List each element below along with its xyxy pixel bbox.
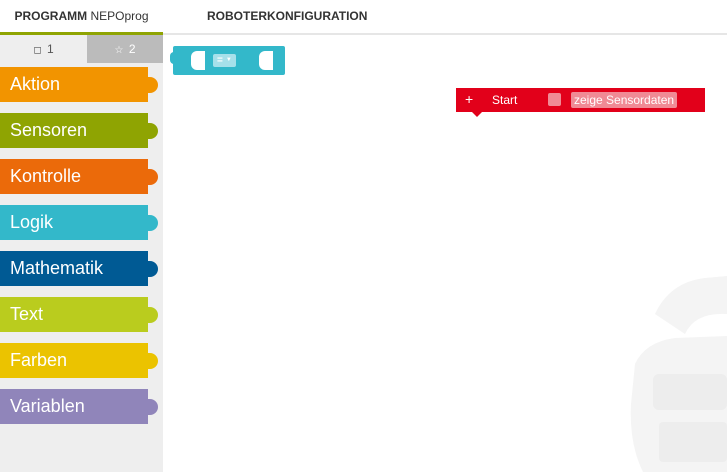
level-2-label: 2 bbox=[128, 42, 136, 56]
tab-program[interactable]: PROGRAMM NEPOprog bbox=[0, 0, 163, 35]
category-farben[interactable]: Farben bbox=[0, 343, 158, 378]
category-mathematik[interactable]: Mathematik bbox=[0, 251, 158, 286]
robot-watermark-icon bbox=[630, 276, 727, 472]
compare-operator: = bbox=[217, 55, 223, 67]
category-text[interactable]: Text bbox=[0, 297, 158, 332]
category-variablen[interactable]: Variablen bbox=[0, 389, 158, 424]
sensor-data-checkbox[interactable] bbox=[548, 93, 561, 106]
top-tab-bar: PROGRAMM NEPOprog ROBOTERKONFIGURATION bbox=[0, 0, 727, 35]
block-output-connector bbox=[170, 52, 177, 64]
category-kontrolle[interactable]: Kontrolle bbox=[0, 159, 158, 194]
dropdown-arrow-icon: ▼ bbox=[225, 57, 232, 63]
compare-block[interactable]: = ▼ bbox=[170, 46, 285, 75]
category-logik[interactable]: Logik bbox=[0, 205, 158, 240]
start-label: Start bbox=[492, 93, 518, 107]
category-sensoren[interactable]: Sensoren bbox=[0, 113, 158, 148]
toolbox: ◻ 1 ☆ 2 Aktion Sensoren Kontrolle Logik … bbox=[0, 35, 163, 472]
tab-robot-config[interactable]: ROBOTERKONFIGURATION bbox=[207, 0, 367, 33]
compare-operator-dropdown[interactable]: = ▼ bbox=[213, 54, 236, 67]
level-tab-1[interactable]: ◻ 1 bbox=[0, 35, 87, 63]
level-tabs: ◻ 1 ☆ 2 bbox=[0, 35, 163, 63]
program-name: NEPOprog bbox=[90, 9, 149, 23]
tab-program-label: PROGRAMM bbox=[14, 9, 88, 23]
compare-input-left[interactable] bbox=[191, 51, 205, 70]
star-icon: ☆ bbox=[114, 45, 124, 56]
category-aktion[interactable]: Aktion bbox=[0, 67, 158, 102]
sensor-data-label: zeige Sensordaten bbox=[571, 92, 678, 108]
square-icon: ◻ bbox=[33, 45, 42, 56]
plus-icon[interactable]: + bbox=[465, 91, 473, 108]
workspace[interactable]: = ▼ + Start zeige Sensordaten bbox=[163, 35, 727, 472]
start-block[interactable]: + Start zeige Sensordaten bbox=[456, 88, 705, 117]
compare-input-right[interactable] bbox=[259, 51, 273, 70]
level-tab-2[interactable]: ☆ 2 bbox=[87, 35, 163, 63]
level-1-label: 1 bbox=[46, 42, 54, 56]
